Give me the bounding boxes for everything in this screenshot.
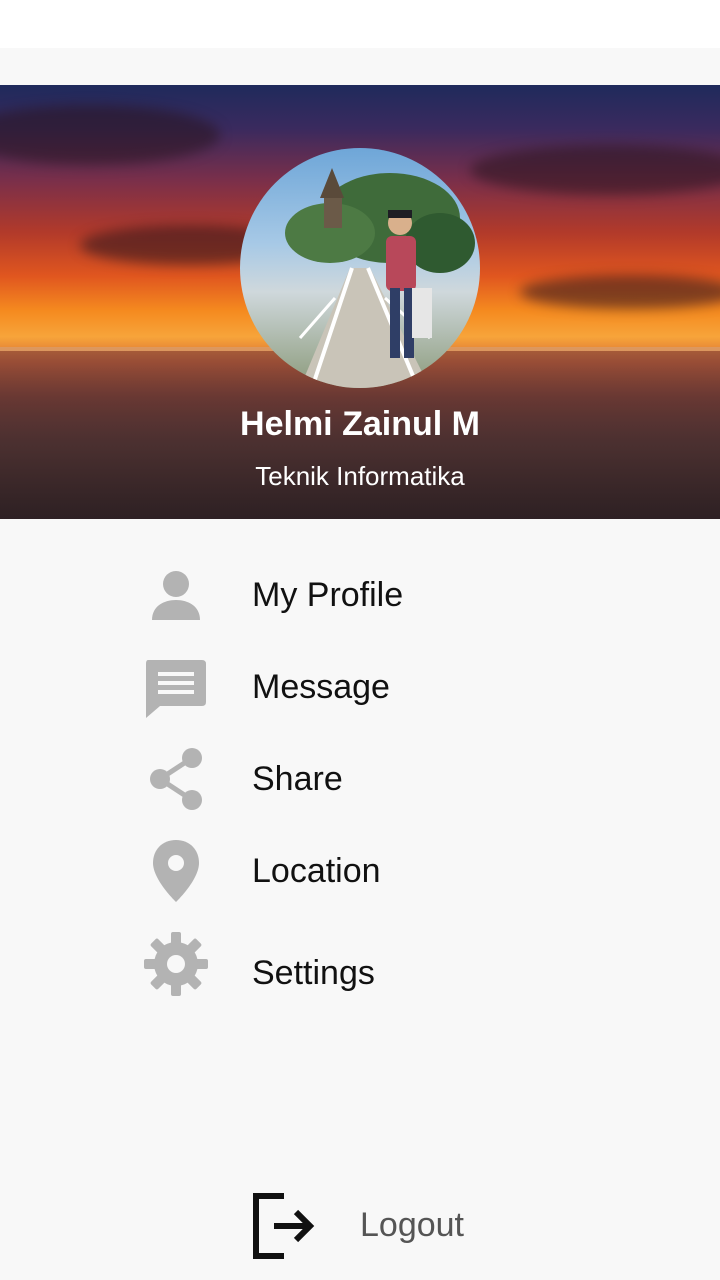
menu-label: Message	[252, 668, 390, 706]
menu-item-my-profile[interactable]: My Profile	[140, 560, 580, 636]
profile-name: Helmi Zainul M	[240, 405, 480, 443]
profile-header: Helmi Zainul M Teknik Informatika	[0, 85, 720, 519]
header-cloud	[520, 275, 720, 309]
status-bar	[0, 0, 720, 48]
menu-item-settings[interactable]: Settings	[140, 928, 580, 1004]
menu-item-message[interactable]: Message	[140, 652, 580, 728]
message-icon	[140, 652, 212, 724]
menu-label: My Profile	[252, 576, 404, 614]
logout-button[interactable]: Logout	[240, 1186, 500, 1266]
person-icon	[140, 560, 212, 632]
logout-label: Logout	[360, 1206, 464, 1244]
avatar[interactable]	[240, 148, 480, 388]
profile-subtitle: Teknik Informatika	[255, 461, 465, 491]
share-icon	[140, 744, 212, 816]
avatar-photo	[285, 168, 475, 388]
header-cloud	[470, 145, 720, 195]
header-cloud	[0, 105, 220, 165]
menu-item-location[interactable]: Location	[140, 836, 580, 912]
logout-icon	[248, 1190, 320, 1262]
menu-label: Location	[252, 852, 381, 890]
menu-label: Settings	[252, 954, 375, 992]
gear-icon	[140, 928, 212, 1000]
menu-item-share[interactable]: Share	[140, 744, 580, 820]
menu-label: Share	[252, 760, 343, 798]
location-pin-icon	[140, 836, 212, 908]
